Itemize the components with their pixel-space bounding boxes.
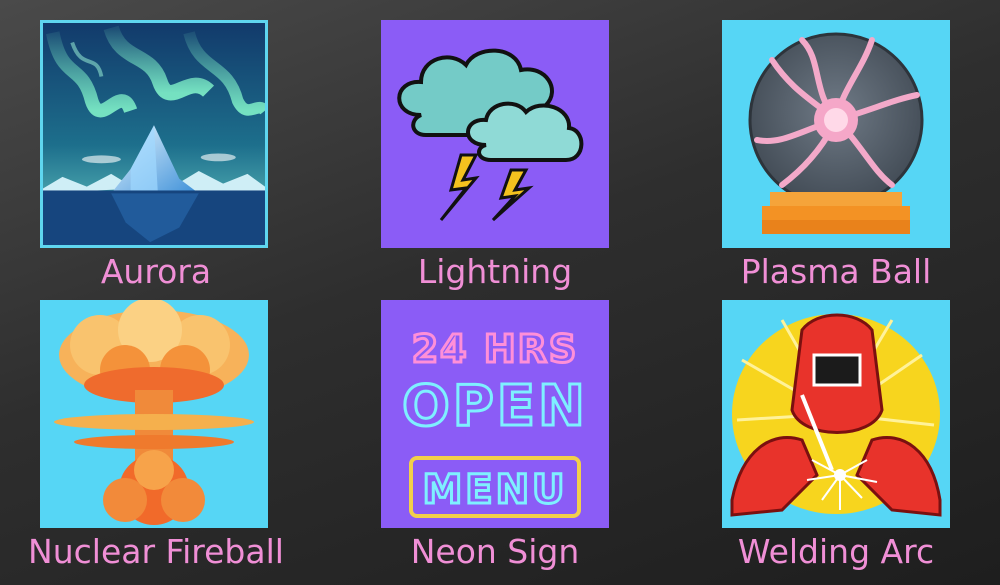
neon-sign-illustration: 24 HRS OPEN MENU — [381, 300, 609, 528]
welding-arc-image[interactable] — [722, 300, 950, 528]
lightning-label: Lightning — [417, 252, 573, 291]
nuclear-fireball-label: Nuclear Fireball — [28, 532, 284, 571]
neon-line-24hrs: 24 HRS — [412, 327, 579, 371]
aurora-image[interactable] — [40, 20, 268, 248]
neon-line-open: OPEN — [402, 374, 588, 439]
neon-sign-image[interactable]: 24 HRS OPEN MENU — [381, 300, 609, 528]
welder-illustration — [722, 300, 950, 528]
plasma-ball-image[interactable] — [722, 20, 950, 248]
neon-line-menu: MENU — [422, 467, 567, 513]
lightning-image[interactable] — [381, 20, 609, 248]
welding-arc-label: Welding Arc — [737, 532, 935, 571]
plasma-ball-illustration — [722, 20, 950, 248]
aurora-label: Aurora — [100, 252, 212, 291]
aurora-illustration — [43, 23, 265, 245]
storm-cloud-illustration — [381, 20, 609, 248]
nuclear-fireball-illustration — [40, 300, 268, 528]
nuclear-fireball-image[interactable] — [40, 300, 268, 528]
neon-sign-label: Neon Sign — [410, 532, 580, 571]
plasma-ball-label: Plasma Ball — [740, 252, 932, 291]
